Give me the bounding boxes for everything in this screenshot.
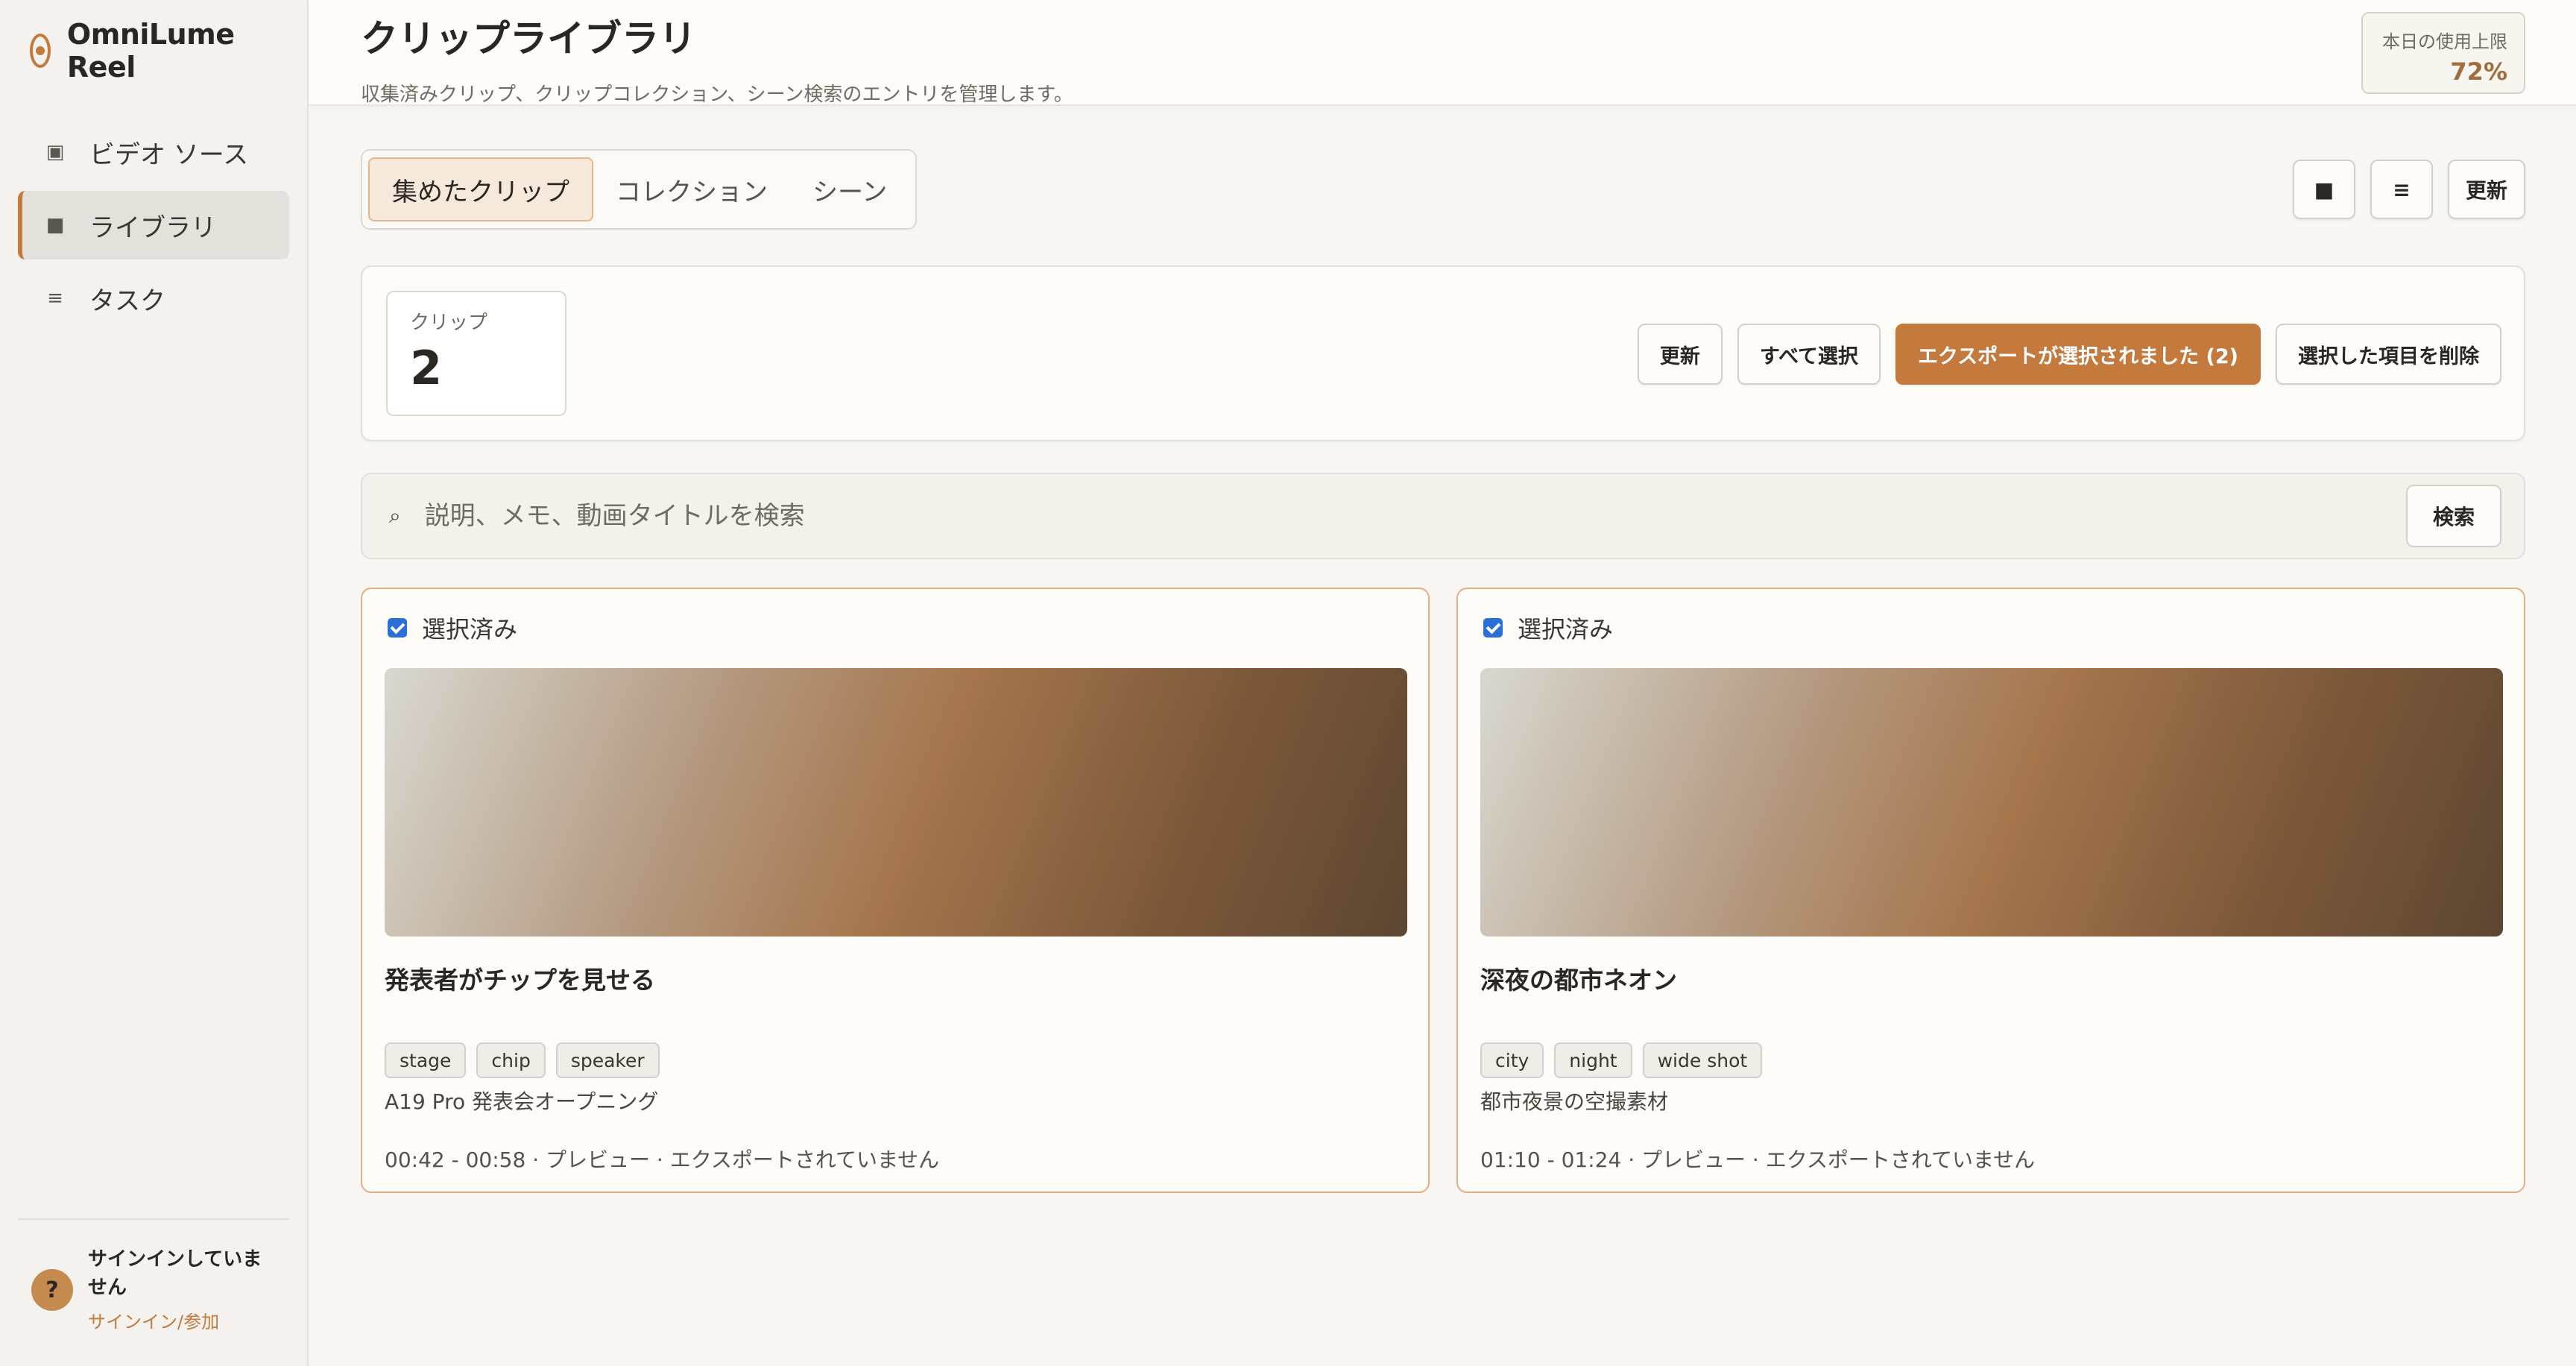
clip-tag[interactable]: wide shot: [1642, 1042, 1763, 1078]
clip-select-toggle[interactable]: 選択済み: [385, 611, 1407, 644]
tab-collected-clips[interactable]: 集めたクリップ: [368, 157, 593, 221]
view-tools: ■ ≡ 更新: [2292, 160, 2525, 219]
clip-title: 発表者がチップを見せる: [385, 966, 655, 995]
tab-scenes[interactable]: シーン: [790, 157, 909, 221]
clip-thumbnail[interactable]: [385, 668, 1407, 937]
sidebar-item-library[interactable]: ■ ライブラリ: [18, 191, 289, 259]
clip-meta: 00:42 - 00:58 · プレビュー · エクスポートされていません: [385, 1148, 940, 1172]
grid-view-icon: ■: [2314, 177, 2334, 202]
account-panel: ? サインインしていません サインイン/参加: [18, 1218, 289, 1366]
sidebar-item-tasks[interactable]: ≡ タスク: [18, 264, 289, 333]
clip-card[interactable]: 選択済み 発表者がチップを見せる stage chip speaker A19 …: [361, 588, 1430, 1193]
tasks-icon: ≡: [47, 287, 63, 309]
signin-status: サインインしていません サインイン/参加: [88, 1245, 274, 1366]
clip-description: 都市夜景の空撮素材: [1480, 1089, 1669, 1114]
sidebar-item-label: ビデオ ソース: [89, 139, 249, 170]
main-area: クリップライブラリ 収集済みクリップ、クリップコレクション、シーン検索のエントリ…: [309, 0, 2576, 1366]
refresh-button[interactable]: 更新: [1637, 324, 1723, 385]
clip-tag[interactable]: chip: [476, 1042, 546, 1078]
sidebar: OmniLume Reel ▣ ビデオ ソース ■ ライブラリ ≡ タスク ? …: [0, 0, 309, 1366]
clip-tags: stage chip speaker: [385, 1042, 1407, 1078]
clip-description: A19 Pro 発表会オープニング: [385, 1089, 659, 1114]
clip-tag[interactable]: speaker: [555, 1042, 660, 1078]
usage-limit-label: 本日の使用上限: [2382, 31, 2507, 52]
usage-limit-badge: 本日の使用上限 72%: [2361, 12, 2525, 94]
library-icon: ■: [45, 214, 65, 236]
clip-select-label: 選択済み: [422, 615, 518, 643]
tab-collections[interactable]: コレクション: [593, 157, 790, 221]
search-icon: ⌕: [389, 503, 401, 528]
brand-logo-icon: [30, 34, 51, 68]
clip-tags: city night wide shot: [1480, 1042, 2503, 1078]
clip-count-value: 2: [410, 341, 443, 395]
search-input[interactable]: [423, 500, 2290, 532]
delete-selected-button[interactable]: 選択した項目を削除: [2276, 324, 2501, 385]
brand-name: OmniLume Reel: [66, 18, 235, 84]
list-view-button[interactable]: ≡: [2370, 160, 2433, 219]
bulk-actions: 更新 すべて選択 エクスポートが選択されました (2) 選択した項目を削除: [1637, 324, 2501, 385]
sidebar-item-label: タスク: [89, 286, 165, 316]
clip-tag[interactable]: city: [1480, 1042, 1544, 1078]
brand[interactable]: OmniLume Reel: [18, 0, 289, 101]
library-tabs: 集めたクリップ コレクション シーン: [361, 149, 918, 230]
clip-tag[interactable]: night: [1554, 1042, 1632, 1078]
clip-meta: 01:10 - 01:24 · プレビュー · エクスポートされていません: [1480, 1148, 2036, 1172]
signin-link[interactable]: サインイン/参加: [88, 1308, 274, 1336]
checkbox-checked-icon[interactable]: [1483, 618, 1503, 638]
search-button[interactable]: 検索: [2405, 485, 2501, 547]
clip-tag[interactable]: stage: [385, 1042, 467, 1078]
clip-thumbnail[interactable]: [1480, 668, 2503, 937]
content: 集めたクリップ コレクション シーン ■ ≡ 更新 クリップ 2 更新 すべて選…: [361, 149, 2525, 1193]
clip-select-label: 選択済み: [1518, 615, 1614, 643]
avatar[interactable]: ?: [31, 1269, 73, 1311]
search-bar: ⌕ 検索: [361, 473, 2525, 559]
page-title: クリップライブラリ: [361, 17, 696, 60]
sidebar-item-video-source[interactable]: ▣ ビデオ ソース: [18, 118, 289, 186]
select-all-button[interactable]: すべて選択: [1737, 324, 1881, 385]
clip-count-card: クリップ 2: [386, 291, 566, 416]
signin-status-text: サインインしていません: [88, 1248, 262, 1299]
sidebar-nav: ▣ ビデオ ソース ■ ライブラリ ≡ タスク: [18, 118, 289, 333]
video-source-icon: ▣: [45, 141, 65, 163]
clip-title: 深夜の都市ネオン: [1480, 966, 1677, 995]
page-header: クリップライブラリ 収集済みクリップ、クリップコレクション、シーン検索のエントリ…: [309, 0, 2576, 106]
clip-count-label: クリップ: [410, 312, 488, 334]
app-root: OmniLume Reel ▣ ビデオ ソース ■ ライブラリ ≡ タスク ? …: [0, 0, 2576, 1366]
grid-view-button[interactable]: ■: [2292, 160, 2355, 219]
list-view-icon: ≡: [2393, 177, 2411, 202]
usage-limit-value: 72%: [2450, 57, 2507, 86]
export-selected-button[interactable]: エクスポートが選択されました (2): [1895, 324, 2261, 385]
clip-grid: 選択済み 発表者がチップを見せる stage chip speaker A19 …: [361, 588, 2525, 1193]
page-subtitle: 収集済みクリップ、クリップコレクション、シーン検索のエントリを管理します。: [361, 84, 1073, 106]
header-refresh-button[interactable]: 更新: [2447, 160, 2525, 219]
sidebar-item-label: ライブラリ: [89, 213, 216, 243]
tabs-row: 集めたクリップ コレクション シーン ■ ≡ 更新: [361, 149, 2525, 230]
checkbox-checked-icon[interactable]: [388, 618, 407, 638]
clip-select-toggle[interactable]: 選択済み: [1480, 611, 2503, 644]
clip-stats-panel: クリップ 2 更新 すべて選択 エクスポートが選択されました (2) 選択した項…: [361, 265, 2525, 441]
clip-card[interactable]: 選択済み 深夜の都市ネオン city night wide shot 都市夜景の…: [1456, 588, 2525, 1193]
